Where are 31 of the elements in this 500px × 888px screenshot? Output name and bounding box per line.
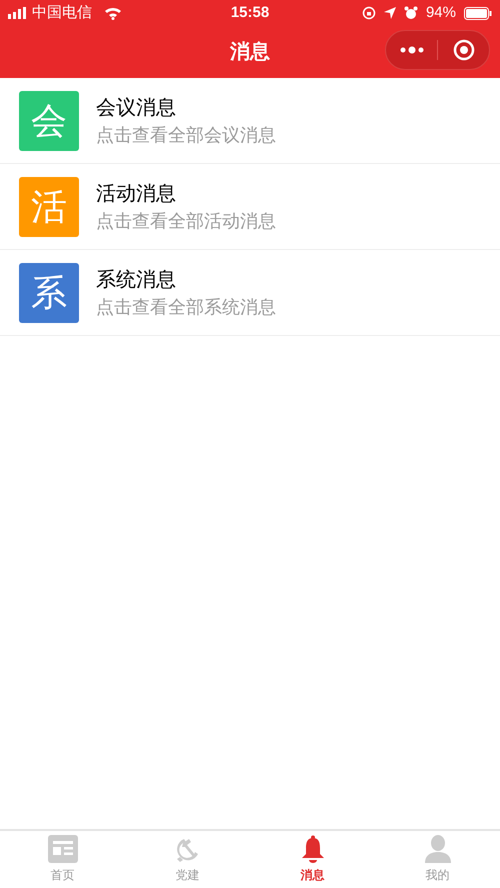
more-icon bbox=[400, 46, 424, 54]
category-badge: 会 bbox=[19, 90, 79, 150]
category-subtitle: 点击查看全部活动消息 bbox=[96, 210, 276, 232]
message-category-item[interactable]: 活 活动消息 点击查看全部活动消息 bbox=[0, 164, 500, 250]
newspaper-icon bbox=[48, 835, 78, 863]
tab-item[interactable]: 首页 bbox=[0, 831, 125, 888]
category-title: 活动消息 bbox=[96, 182, 177, 206]
category-badge: 系 bbox=[19, 262, 79, 322]
category-subtitle: 点击查看全部会议消息 bbox=[96, 124, 276, 146]
tab-item[interactable]: 消息 bbox=[250, 831, 375, 888]
alarm-clock-icon bbox=[404, 6, 418, 20]
tab-item[interactable]: 我的 bbox=[375, 831, 500, 888]
category-badge: 活 bbox=[19, 176, 79, 236]
signal-icon bbox=[8, 7, 28, 19]
clock-time: 15:58 bbox=[230, 2, 270, 23]
battery-percent: 94% bbox=[426, 2, 456, 23]
person-icon bbox=[424, 835, 450, 863]
category-subtitle: 点击查看全部系统消息 bbox=[96, 296, 276, 318]
rotation-lock-icon bbox=[362, 6, 376, 20]
tab-item[interactable]: 党建 bbox=[125, 831, 250, 888]
category-title: 会议消息 bbox=[96, 96, 177, 120]
location-arrow-icon bbox=[384, 7, 396, 19]
bell-icon bbox=[300, 835, 324, 863]
page-title: 消息 bbox=[230, 40, 270, 65]
carrier-name: 中国电信 bbox=[32, 2, 92, 23]
wifi-icon bbox=[104, 6, 122, 20]
message-category-item[interactable]: 系 系统消息 点击查看全部系统消息 bbox=[0, 250, 500, 336]
battery-icon bbox=[464, 6, 492, 20]
target-icon bbox=[452, 39, 474, 61]
message-category-item[interactable]: 会 会议消息 点击查看全部会议消息 bbox=[0, 78, 500, 164]
category-title: 系统消息 bbox=[96, 268, 177, 292]
